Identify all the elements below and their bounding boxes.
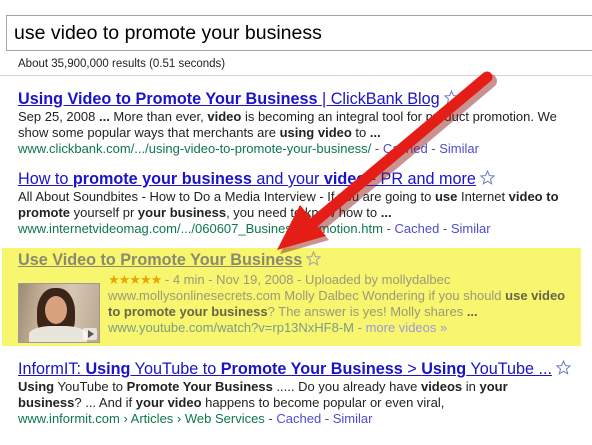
- result-snippet: All About Soundbites - How to Do a Media…: [18, 189, 559, 220]
- video-meta: ★★★★★ - 4 min - Nov 19, 2008 - Uploaded …: [108, 272, 451, 287]
- similar-link[interactable]: Similar: [333, 411, 373, 426]
- result-url: www.internetvideomag.com/.../060607_Busi…: [18, 221, 383, 236]
- play-icon: [83, 328, 97, 340]
- cached-link[interactable]: Cached: [276, 411, 321, 426]
- rating-stars: ★★★★★: [108, 272, 162, 287]
- star-icon[interactable]: [556, 360, 571, 375]
- video-title[interactable]: Use Video to Promote Your Business: [18, 251, 302, 269]
- video-result: Use Video to Promote Your Business ★★★★★…: [18, 250, 565, 343]
- similar-link[interactable]: Similar: [451, 221, 491, 236]
- result-url: www.clickbank.com/.../using-video-to-pro…: [18, 141, 372, 156]
- cached-link[interactable]: Cached: [394, 221, 439, 236]
- result-title[interactable]: Using Video to Promote Your Business | C…: [18, 90, 440, 108]
- video-thumbnail[interactable]: [18, 283, 100, 343]
- result-snippet: Using YouTube to Promote Your Business .…: [18, 379, 508, 410]
- result-url: www.informit.com › Articles › Web Servic…: [18, 411, 265, 426]
- cached-link[interactable]: Cached: [383, 141, 428, 156]
- search-result-1: Using Video to Promote Your Business | C…: [18, 90, 557, 156]
- video-url: www.youtube.com/watch?v=rp13NxHF8-M: [108, 320, 355, 335]
- search-bar[interactable]: [6, 15, 592, 51]
- star-icon[interactable]: [479, 170, 495, 185]
- result-stats: About 35,900,000 results (0.51 seconds): [18, 58, 226, 70]
- star-icon[interactable]: [443, 90, 459, 105]
- result-title[interactable]: InformIT: Using YouTube to Promote Your …: [18, 360, 552, 378]
- result-snippet: Sep 25, 2008 ... More than ever, video i…: [18, 109, 557, 140]
- similar-link[interactable]: Similar: [439, 141, 479, 156]
- search-result-2: How to promote your business and your vi…: [18, 170, 559, 236]
- search-result-3: InformIT: Using YouTube to Promote Your …: [18, 359, 571, 427]
- result-title[interactable]: How to promote your business and your vi…: [18, 170, 476, 188]
- divider: [0, 75, 592, 76]
- more-videos-link[interactable]: more videos »: [366, 320, 448, 335]
- star-icon[interactable]: [306, 251, 322, 266]
- search-input[interactable]: [14, 20, 584, 46]
- video-snippet: www.mollysonlinesecrets.com Molly Dalbec…: [108, 288, 566, 319]
